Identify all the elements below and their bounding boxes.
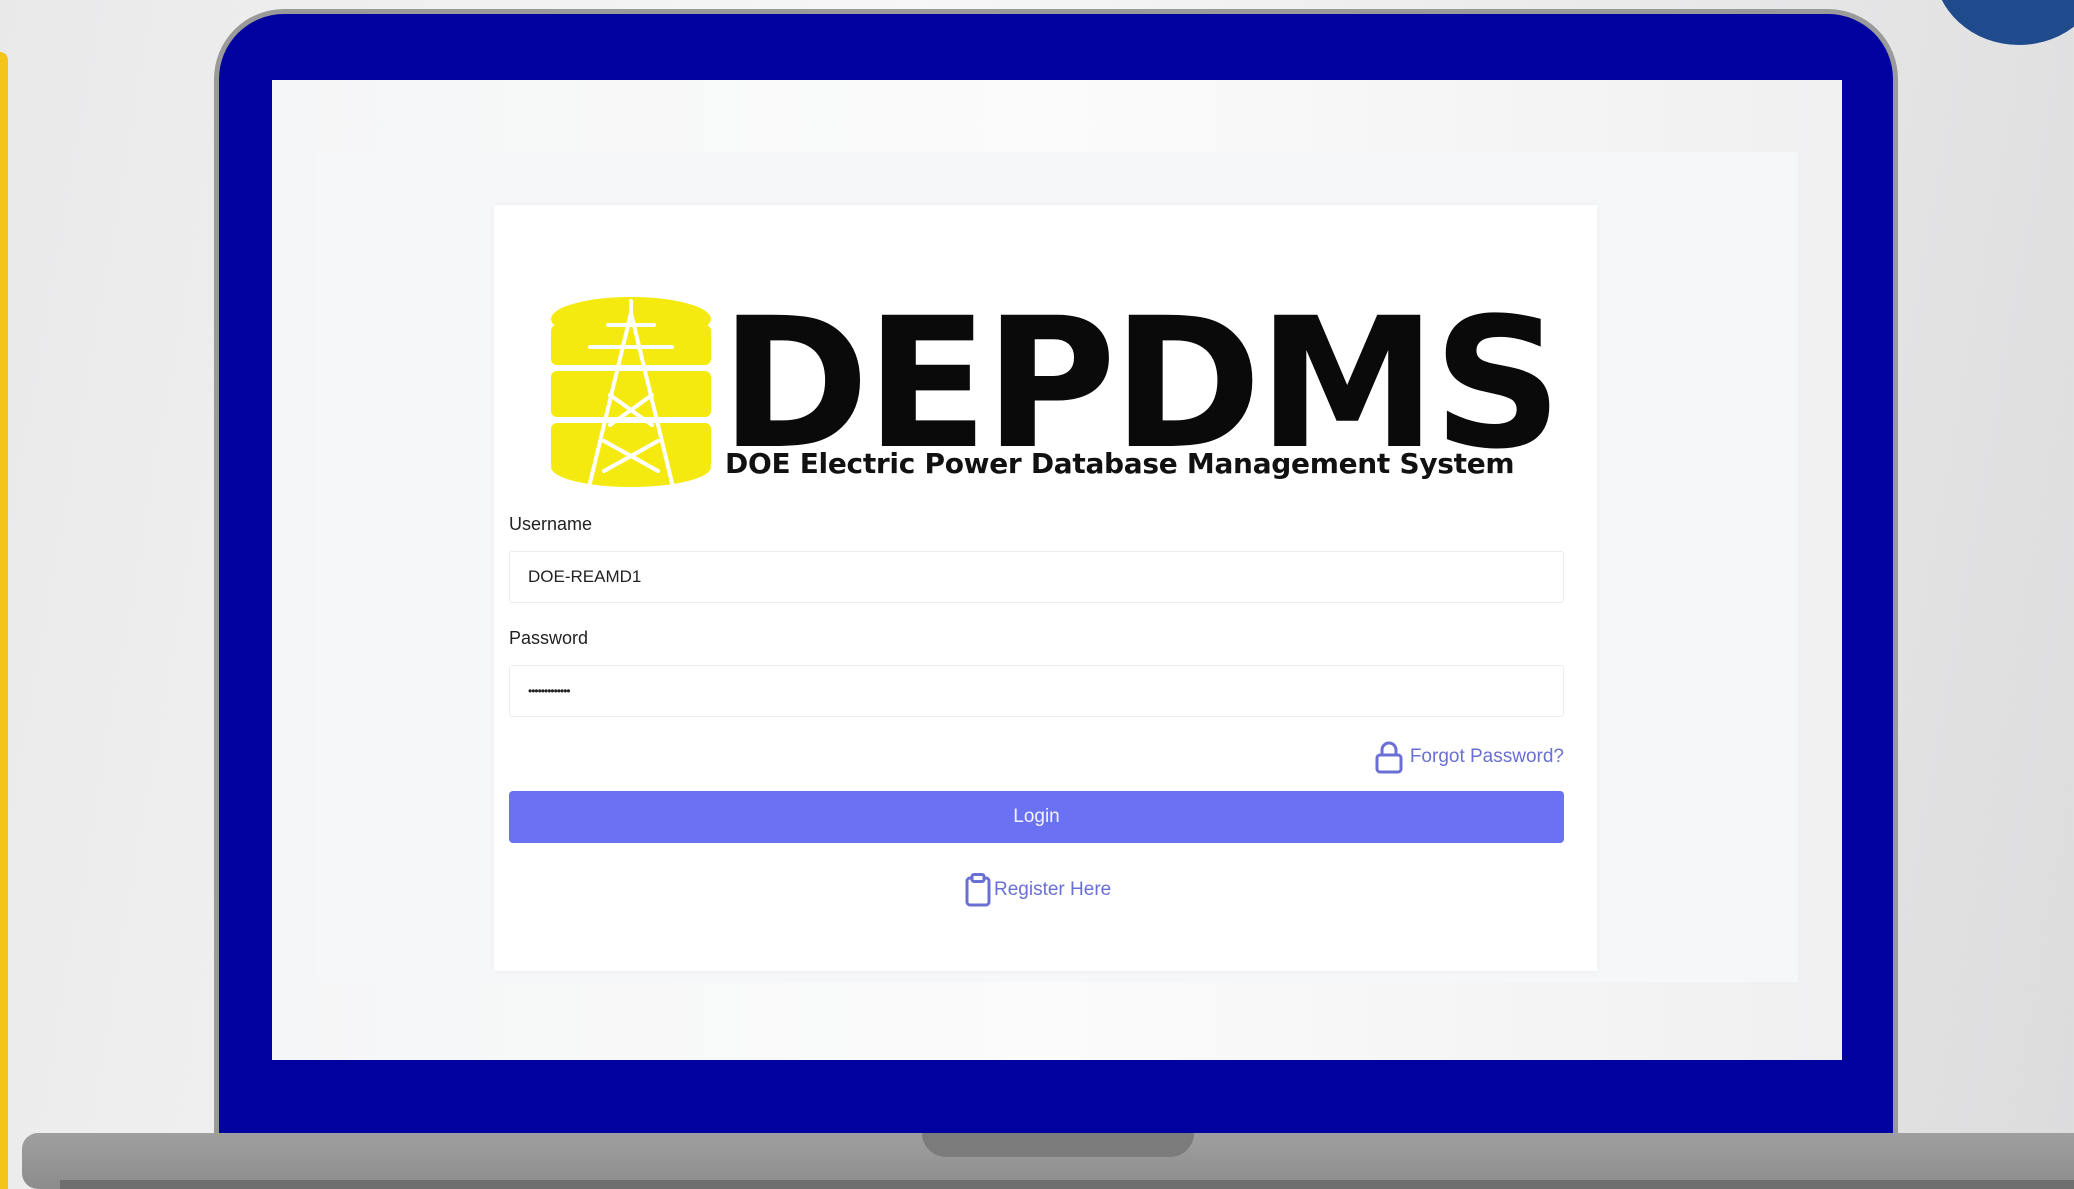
register-link[interactable]: Register Here: [964, 873, 1111, 907]
password-field[interactable]: •••••••••••••: [509, 665, 1564, 717]
yellow-side-accent: [0, 52, 8, 1189]
app-logo: DEPDMS DOE Electric Power Database Manag…: [550, 295, 1562, 495]
forgot-password-link[interactable]: Forgot Password?: [1374, 739, 1564, 775]
register-label: Register Here: [994, 879, 1112, 900]
laptop-notch: [922, 1133, 1194, 1157]
lock-icon: [1375, 741, 1403, 774]
password-label: Password: [509, 628, 589, 648]
corner-decoration: [1934, 0, 2074, 45]
logo-title: DEPDMS: [720, 280, 1562, 489]
login-button[interactable]: Login: [509, 791, 1564, 843]
login-card: DEPDMS DOE Electric Power Database Manag…: [494, 205, 1597, 971]
power-tower-database-icon: [551, 297, 711, 487]
forgot-password-label: Forgot Password?: [1409, 746, 1564, 767]
laptop-screen: DEPDMS DOE Electric Power Database Manag…: [272, 80, 1842, 1060]
username-label: Username: [509, 514, 593, 534]
laptop-base-shadow: [60, 1180, 2074, 1189]
clipboard-icon: [965, 873, 991, 907]
logo-subtitle: DOE Electric Power Database Management S…: [725, 447, 1515, 480]
username-field[interactable]: DOE-REAMD1: [509, 551, 1564, 603]
